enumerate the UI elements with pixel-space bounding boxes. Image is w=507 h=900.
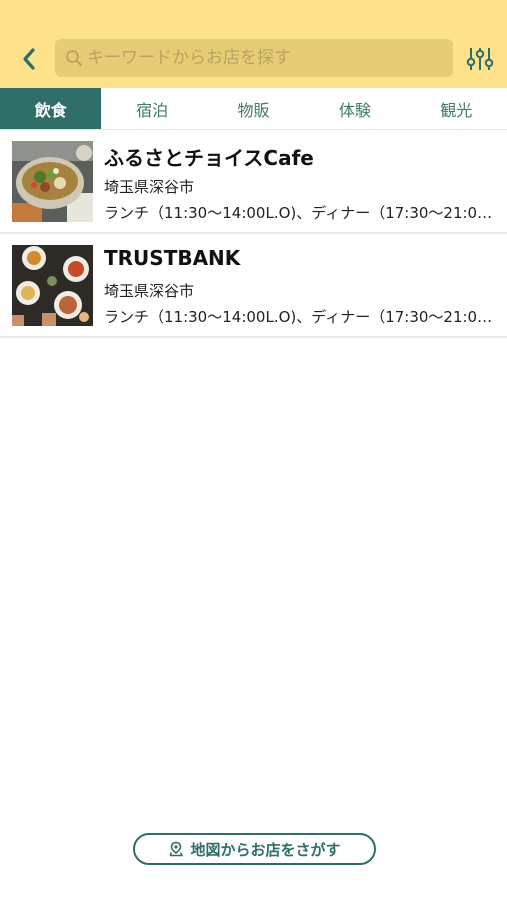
tab-experience[interactable]: 体験 xyxy=(304,88,405,129)
app-header xyxy=(0,0,507,88)
salad-bowl-photo xyxy=(12,141,93,222)
sliders-icon xyxy=(466,48,494,70)
shop-name: TRUSTBANK xyxy=(104,246,241,270)
shop-name: ふるさとチョイスCafe xyxy=(104,146,314,170)
category-tabs: 飲食 宿泊 物販 体験 観光 xyxy=(0,88,507,130)
chevron-left-icon xyxy=(23,48,35,70)
search-icon xyxy=(66,50,82,66)
shop-list: ふるさとチョイスCafe 埼玉県深谷市 ランチ（11:30〜14:00L.O)、… xyxy=(0,130,507,338)
shared-dishes-photo xyxy=(12,245,93,326)
filter-button[interactable] xyxy=(463,42,497,76)
map-pin-icon xyxy=(168,841,184,857)
tab-sightseeing[interactable]: 観光 xyxy=(406,88,507,129)
shop-hours: ランチ（11:30〜14:00L.O)、ディナー（17:30〜21:00L.O) xyxy=(104,204,494,222)
search-bar[interactable] xyxy=(55,39,453,77)
map-search-label: 地図からお店をさがす xyxy=(190,840,341,859)
tab-shopping[interactable]: 物販 xyxy=(203,88,304,129)
shop-location: 埼玉県深谷市 xyxy=(104,282,195,300)
search-input[interactable] xyxy=(87,48,447,68)
list-item[interactable]: TRUSTBANK 埼玉県深谷市 ランチ（11:30〜14:00L.O)、ディナ… xyxy=(0,234,507,338)
tab-dining[interactable]: 飲食 xyxy=(0,88,102,129)
list-item[interactable]: ふるさとチョイスCafe 埼玉県深谷市 ランチ（11:30〜14:00L.O)、… xyxy=(0,130,507,234)
back-button[interactable] xyxy=(14,44,44,74)
tab-lodging[interactable]: 宿泊 xyxy=(101,88,202,129)
shop-location: 埼玉県深谷市 xyxy=(104,178,195,196)
map-search-button[interactable]: 地図からお店をさがす xyxy=(133,833,376,865)
shop-hours: ランチ（11:30〜14:00L.O)、ディナー（17:30〜21:00L.O) xyxy=(104,308,494,326)
